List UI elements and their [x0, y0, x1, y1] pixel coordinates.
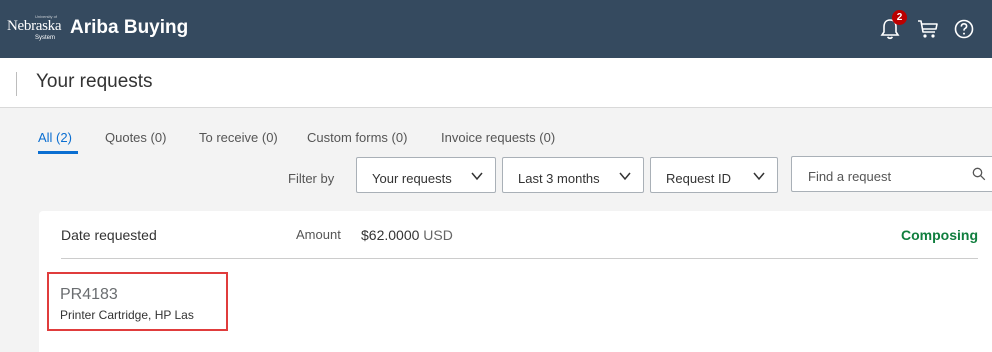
tab-custom-forms[interactable]: Custom forms (0): [307, 130, 407, 145]
tab-label: All (2): [38, 130, 72, 145]
search-icon[interactable]: [972, 167, 986, 181]
amount-currency: USD: [423, 227, 453, 243]
nebraska-logo[interactable]: University of Nebraska System: [7, 14, 62, 44]
amount-number: $62.0000: [361, 227, 420, 243]
cart-button[interactable]: [917, 17, 941, 41]
search-field-dropdown[interactable]: Request ID: [650, 157, 778, 193]
request-description: Printer Cartridge, HP Las: [60, 308, 194, 322]
card-divider: [61, 258, 978, 259]
request-card[interactable]: Date requested Amount $62.0000 USD Compo…: [39, 211, 992, 352]
date-requested-label: Date requested: [61, 227, 157, 243]
chevron-down-icon: [753, 172, 765, 181]
tab-invoice-requests[interactable]: Invoice requests (0): [441, 130, 555, 145]
page-title: Your requests: [36, 71, 153, 92]
logo-sub-text: System: [35, 35, 56, 41]
notifications-button[interactable]: 2: [880, 10, 907, 41]
status-badge: Composing: [901, 227, 978, 243]
tab-to-receive[interactable]: To receive (0): [199, 130, 278, 145]
active-tab-indicator: [38, 151, 78, 154]
search-box: [791, 156, 992, 192]
app-title: Ariba Buying: [70, 17, 189, 38]
date-range-dropdown[interactable]: Last 3 months: [502, 157, 644, 193]
dropdown-label: Last 3 months: [518, 171, 600, 186]
help-icon: [954, 19, 974, 39]
top-bar: University of Nebraska System Ariba Buyi…: [0, 0, 992, 58]
chevron-down-icon: [619, 172, 631, 181]
chevron-down-icon: [471, 172, 483, 181]
tab-all[interactable]: All (2): [38, 130, 78, 154]
dropdown-label: Request ID: [666, 171, 732, 186]
request-id-link[interactable]: PR4183: [60, 286, 118, 304]
amount-label: Amount: [296, 227, 341, 242]
dropdown-label: Your requests: [372, 171, 452, 186]
amount-value: $62.0000 USD: [361, 227, 453, 243]
header-divider: [16, 72, 17, 96]
cart-icon: [918, 20, 938, 38]
owner-filter-dropdown[interactable]: Your requests: [356, 157, 496, 193]
notifications-badge: 2: [892, 10, 907, 25]
help-button[interactable]: [953, 17, 977, 41]
search-input[interactable]: [806, 165, 960, 187]
logo-text: Nebraska: [7, 18, 62, 34]
page-header: Your requests: [0, 58, 992, 108]
tab-quotes[interactable]: Quotes (0): [105, 130, 166, 145]
filter-by-label: Filter by: [288, 171, 335, 186]
